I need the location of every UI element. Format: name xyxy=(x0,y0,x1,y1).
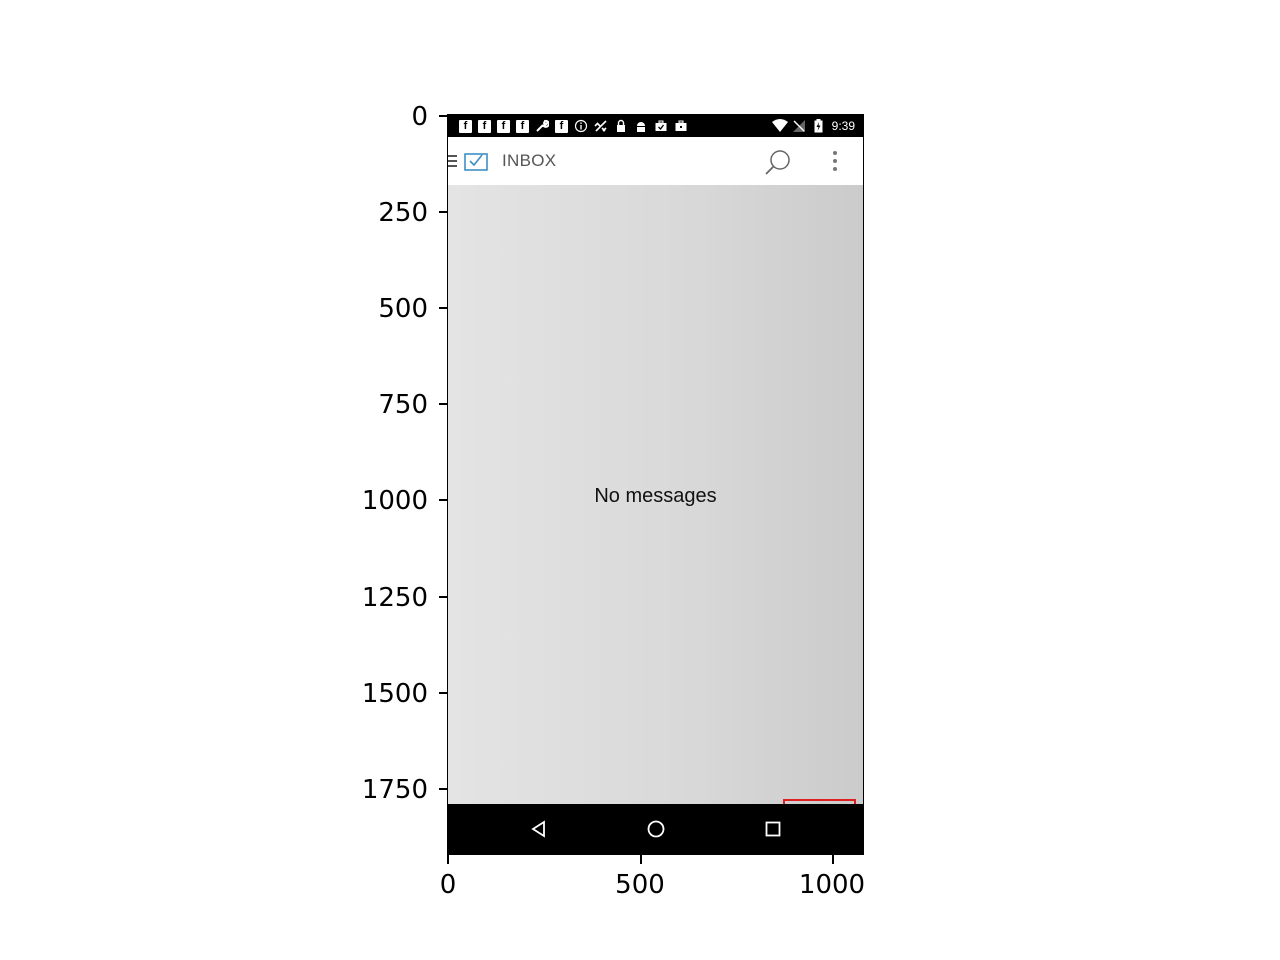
y-tick-label: 1000 xyxy=(361,486,428,516)
home-icon[interactable] xyxy=(647,820,665,838)
y-tick-label: 1500 xyxy=(361,679,428,709)
y-tick-label: 1250 xyxy=(361,583,428,613)
navigation-bar xyxy=(448,804,863,854)
folder-title: INBOX xyxy=(502,151,557,170)
facebook-icon: f xyxy=(459,119,472,133)
y-tick-label: 250 xyxy=(378,198,428,228)
recents-icon[interactable] xyxy=(765,821,781,837)
x-tick-label: 1000 xyxy=(798,870,866,900)
status-time: 9:39 xyxy=(831,119,855,133)
battery-charging-icon xyxy=(812,119,826,133)
y-tick-label: 500 xyxy=(378,294,428,324)
overflow-menu-icon[interactable] xyxy=(832,151,838,173)
notification-icons: f f f f f xyxy=(448,119,688,133)
x-tick-label: 0 xyxy=(439,870,457,900)
no-signal-icon xyxy=(792,119,806,133)
facebook-icon: f xyxy=(478,119,491,133)
x-tick-label: 500 xyxy=(615,870,665,900)
wrench-icon xyxy=(535,119,550,133)
facebook-icon: f xyxy=(516,119,529,133)
y-tick-mark xyxy=(439,403,448,405)
android-icon xyxy=(634,119,648,133)
app-bar: INBOX xyxy=(448,137,863,185)
y-tick-mark xyxy=(439,692,448,694)
y-tick-label: 750 xyxy=(378,390,428,420)
x-tick-mark xyxy=(640,855,642,864)
facebook-icon: f xyxy=(555,119,568,133)
menu-icon[interactable] xyxy=(448,155,458,169)
lock-icon xyxy=(614,119,628,133)
phone-screen: f f f f f 9:39 INBOX No messages xyxy=(448,115,863,854)
y-tick-label: 1750 xyxy=(361,775,428,805)
y-tick-mark xyxy=(439,211,448,213)
x-tick-mark xyxy=(832,855,834,864)
empty-state-text: No messages xyxy=(594,485,717,507)
y-tick-mark xyxy=(439,499,448,501)
briefcase-icon xyxy=(674,119,688,133)
system-indicators: 9:39 xyxy=(771,119,863,133)
back-icon[interactable] xyxy=(530,820,548,838)
status-bar: f f f f f 9:39 xyxy=(448,115,863,137)
message-list: No messages xyxy=(448,185,863,854)
y-tick-label: 0 xyxy=(411,102,428,132)
mail-icon xyxy=(464,153,488,171)
wifi-icon xyxy=(771,119,788,133)
y-tick-mark xyxy=(439,596,448,598)
x-tick-mark xyxy=(447,855,449,864)
briefcase-check-icon xyxy=(654,119,668,133)
info-icon xyxy=(574,119,588,133)
y-tick-mark xyxy=(439,788,448,790)
satellite-icon xyxy=(594,119,608,133)
y-tick-mark xyxy=(439,115,448,117)
facebook-icon: f xyxy=(497,119,510,133)
y-tick-mark xyxy=(439,307,448,309)
search-icon[interactable] xyxy=(764,149,792,177)
